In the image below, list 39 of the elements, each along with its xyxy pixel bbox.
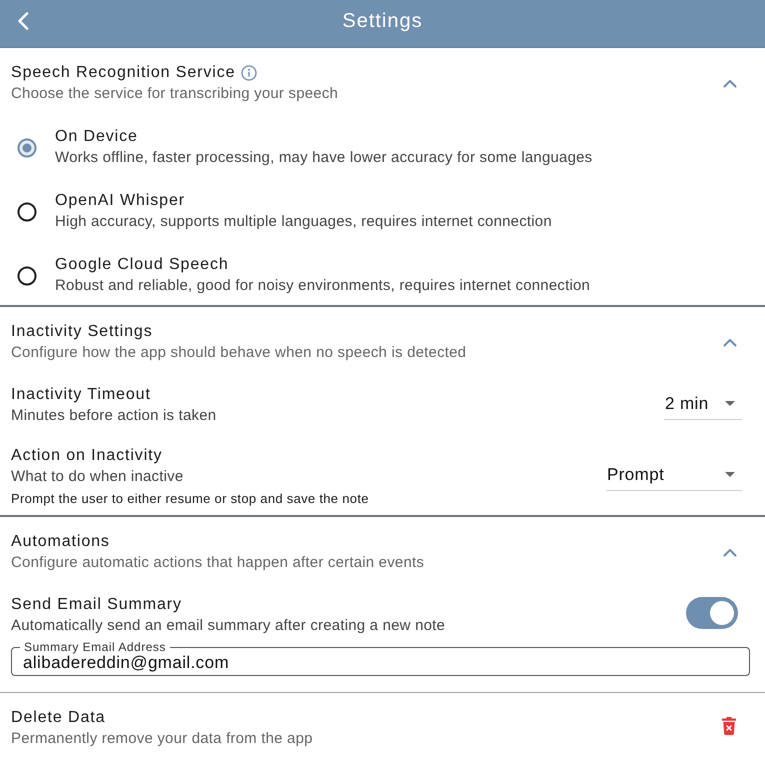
option-description: Robust and reliable, good for noisy environments, requires internet connection [55,276,590,296]
option-description: Works offline, faster processing, may have lower accuracy for some languages [55,148,592,168]
chevron-up-icon[interactable] [723,79,737,88]
dropdown[interactable]: Prompt [606,462,742,490]
setting-description: Automatically send an email summary after creating a new note [11,616,446,636]
option-label: Google Cloud Speech [55,255,230,275]
option-description: High accuracy, supports multiple languages, requires internet connection [55,212,552,232]
caret-icon [725,401,735,406]
radio-button[interactable] [17,138,37,158]
setting-label: Send Email Summary [11,595,183,615]
radio-button[interactable] [17,202,37,222]
field-label: Summary Email Address [23,641,167,653]
setting-description: What to do when inactive [11,467,184,487]
section-subtitle: Permanently remove your data from the app [11,729,314,749]
setting-description: Minutes before action is taken [11,406,218,426]
dropdown[interactable]: 2 min [664,392,742,420]
email-field[interactable]: Summary Email Address alibadereddin@gmail.com [11,641,750,676]
section-title: Automations [11,532,110,552]
option-label: OpenAI Whisper [55,191,186,211]
toggle-switch[interactable] [686,597,738,629]
section-subtitle: Choose the service for transcribing your speech [11,84,340,104]
section-title: Speech Recognition Service [11,63,236,83]
caret-icon [725,472,735,477]
helper-text: Prompt the user to either resume or stop and save the note [11,491,370,507]
chevron-up-icon[interactable] [723,338,737,347]
setting-label: Action on Inactivity [11,446,164,466]
chevron-up-icon[interactable] [723,548,737,557]
section-subtitle: Configure how the app should behave when no speech is detected [11,343,468,363]
option-label: On Device [55,127,139,147]
section-subtitle: Configure automatic actions that happen after certain events [11,553,426,573]
info-icon[interactable] [241,65,258,81]
setting-label: Inactivity Timeout [11,385,152,405]
radio-button[interactable] [17,266,37,286]
back-icon[interactable] [17,12,29,30]
section-title: Inactivity Settings [11,322,153,342]
trash-icon[interactable] [722,717,736,735]
field-value: alibadereddin@gmail.com [23,653,230,673]
page-title: Settings [342,8,423,32]
section-title: Delete Data [11,708,106,728]
